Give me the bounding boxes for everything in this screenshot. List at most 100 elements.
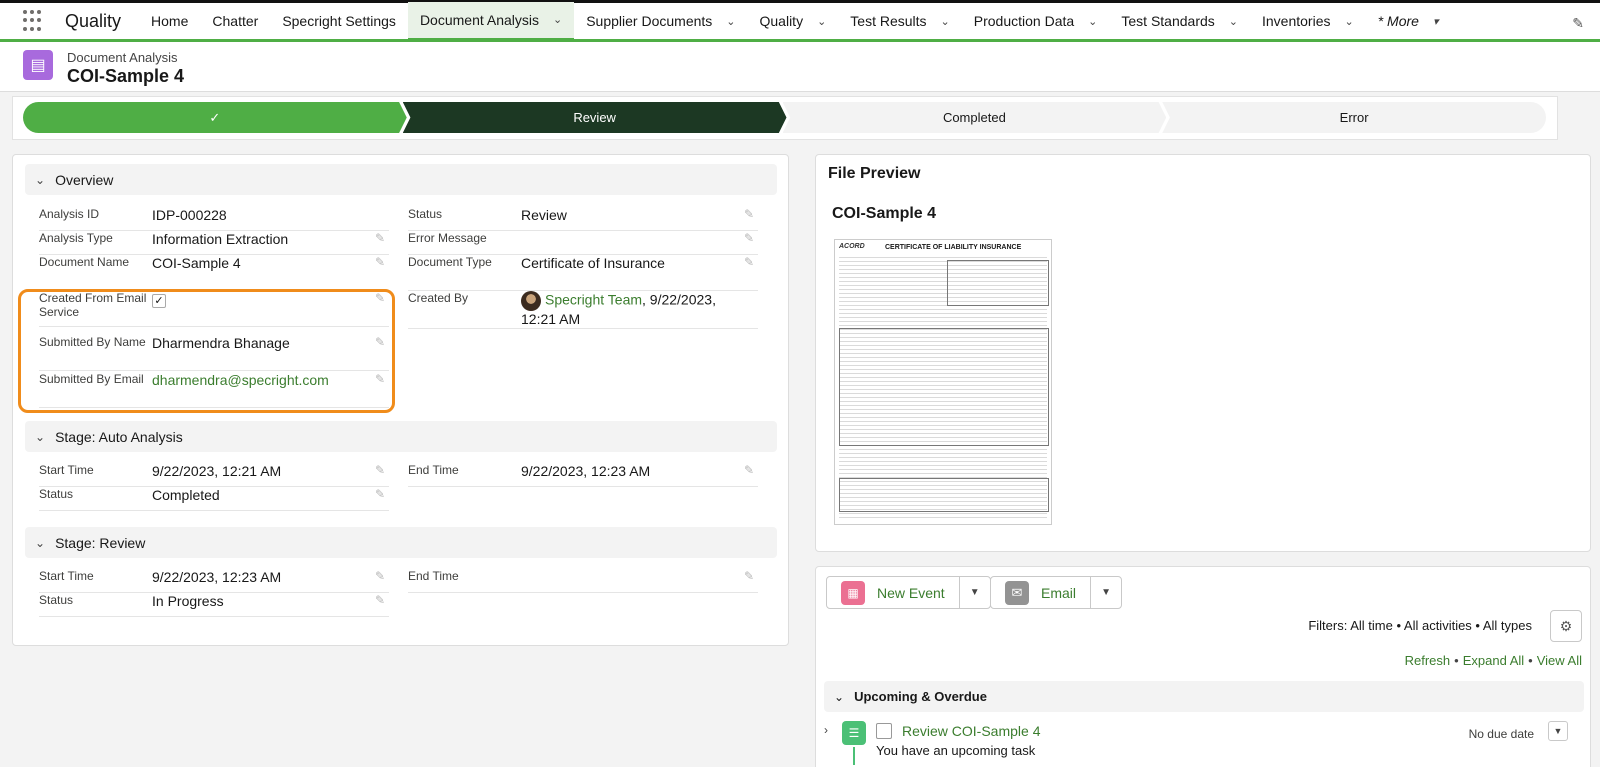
edit-nav-icon[interactable]: ✎ [1572, 15, 1584, 32]
new-event-button-group: ▦ New Event ▼ [826, 576, 991, 609]
nav-item-document-analysis[interactable]: Document Analysis ⌄ [407, 1, 575, 41]
nav-item-label: Quality [759, 13, 804, 29]
chevron-down-icon[interactable]: ⌄ [941, 15, 950, 28]
document-heading: CERTIFICATE OF LIABILITY INSURANCE [885, 244, 1022, 251]
activity-filters: Filters: All time • All activities • All… [1308, 618, 1532, 633]
path-step-completed[interactable]: Completed [782, 102, 1167, 133]
field-label: Created By [408, 291, 469, 305]
document-thumbnail[interactable]: ACORD CERTIFICATE OF LIABILITY INSURANCE [834, 239, 1052, 525]
nav-item-specright-settings[interactable]: Specright Settings [270, 2, 408, 41]
chevron-down-icon[interactable]: ⌄ [726, 15, 735, 28]
field-value: 9/22/2023, 12:21 AM [152, 463, 282, 479]
new-event-button[interactable]: ▦ New Event [827, 577, 960, 608]
task-due-date: No due date [1468, 727, 1534, 741]
task-link[interactable]: Review COI-Sample 4 [902, 723, 1041, 739]
field-label: Error Message [408, 231, 487, 245]
chevron-down-icon[interactable]: ⌄ [1344, 15, 1353, 28]
chevron-down-icon[interactable]: ⌄ [553, 13, 562, 26]
user-link[interactable]: Specright Team [545, 292, 642, 308]
pencil-icon[interactable]: ✎ [744, 463, 754, 477]
view-all-link[interactable]: View All [1537, 653, 1582, 668]
section-title: Stage: Auto Analysis [55, 428, 183, 445]
section-review-header[interactable]: ⌄ Stage: Review [25, 527, 777, 558]
pencil-icon[interactable]: ✎ [375, 487, 385, 501]
field-auto-status: Status Completed ✎ [39, 487, 389, 511]
highlight-box [18, 289, 395, 413]
nav-item-quality[interactable]: Quality ⌄ [748, 2, 839, 41]
pencil-icon[interactable]: ✎ [744, 255, 754, 269]
nav-item-supplier-documents[interactable]: Supplier Documents ⌄ [574, 2, 747, 41]
section-auto-analysis-header[interactable]: ⌄ Stage: Auto Analysis [25, 421, 777, 452]
path: ✓ Review Completed Error [23, 102, 1546, 133]
expand-all-link[interactable]: Expand All [1463, 653, 1524, 668]
upcoming-overdue-header[interactable]: ⌄ Upcoming & Overdue [824, 681, 1584, 712]
field-created-by: Created By Specright Team, 9/22/2023, 12… [408, 291, 758, 329]
field-analysis-type: Analysis Type Information Extraction ✎ [39, 231, 389, 255]
field-label: Start Time [39, 569, 94, 583]
nav-item-label: Supplier Documents [586, 13, 713, 29]
nav-item-test-results[interactable]: Test Results ⌄ [838, 2, 961, 41]
caret-down-icon[interactable]: ▾ [1433, 15, 1439, 28]
nav-item-production-data[interactable]: Production Data ⌄ [962, 2, 1110, 41]
field-value: Review [521, 207, 567, 223]
field-value: COI-Sample 4 [152, 255, 241, 271]
created-time: 12:21 AM [521, 311, 581, 327]
nav-item-home[interactable]: Home [139, 2, 200, 41]
app-name: Quality [65, 10, 122, 31]
chevron-down-icon[interactable]: ⌄ [817, 15, 826, 28]
chevron-down-icon[interactable]: ⌄ [1088, 15, 1097, 28]
document-analysis-icon: ▤ [23, 50, 53, 80]
nav-item-label: Home [151, 13, 189, 29]
field-label: Analysis ID [39, 207, 100, 221]
caret-down-icon[interactable]: ▼ [1548, 721, 1568, 741]
activity-card: ▦ New Event ▼ ✉ Email ▼ Filters: All tim… [815, 566, 1591, 767]
button-label: Email [1041, 584, 1077, 601]
pencil-icon[interactable]: ✎ [744, 231, 754, 245]
chevron-down-icon[interactable]: ⌄ [1229, 15, 1238, 28]
field-label: Analysis Type [39, 231, 113, 245]
chevron-down-icon: ⌄ [35, 535, 46, 550]
chevron-right-icon[interactable]: › [824, 723, 828, 737]
pencil-icon[interactable]: ✎ [744, 207, 754, 221]
field-analysis-id: Analysis ID IDP-000228 [39, 207, 389, 231]
path-step-review[interactable]: Review [402, 102, 787, 133]
file-name: COI-Sample 4 [832, 205, 937, 222]
gear-icon[interactable]: ⚙ [1550, 610, 1582, 642]
nav-item-label: * More [1377, 13, 1419, 29]
path-step-complete[interactable]: ✓ [23, 102, 407, 133]
field-value: IDP-000228 [152, 207, 227, 223]
pencil-icon[interactable]: ✎ [375, 231, 385, 245]
nav-item-more[interactable]: * More ▾ [1366, 2, 1451, 41]
nav-item-label: Test Standards [1121, 13, 1215, 29]
record-title: COI-Sample 4 [67, 66, 185, 86]
pencil-icon[interactable]: ✎ [375, 593, 385, 607]
field-label: Document Name [39, 255, 130, 269]
calendar-icon: ▦ [841, 580, 865, 605]
task-icon: ☰ [842, 721, 866, 745]
object-label: Document Analysis [67, 50, 178, 65]
acord-logo: ACORD [839, 243, 865, 250]
nav-item-test-standards[interactable]: Test Standards ⌄ [1109, 2, 1250, 41]
nav-item-chatter[interactable]: Chatter [200, 2, 270, 41]
field-label: End Time [408, 463, 459, 477]
refresh-link[interactable]: Refresh [1405, 653, 1451, 668]
caret-down-icon[interactable]: ▼ [1091, 577, 1121, 608]
field-label: Status [39, 593, 74, 607]
section-overview-header[interactable]: ⌄ Overview [25, 164, 777, 195]
email-button[interactable]: ✉ Email [991, 577, 1092, 608]
pencil-icon[interactable]: ✎ [375, 569, 385, 583]
path-step-label: Review [573, 110, 616, 125]
task-checkbox[interactable] [876, 723, 892, 739]
chevron-down-icon: ⌄ [834, 689, 845, 704]
caret-down-icon[interactable]: ▼ [960, 577, 990, 608]
nav-item-inventories[interactable]: Inventories ⌄ [1250, 2, 1366, 41]
field-label: Start Time [39, 463, 94, 477]
path-step-error[interactable]: Error [1162, 102, 1546, 133]
app-launcher-icon[interactable] [23, 10, 45, 32]
field-value: 9/22/2023, 12:23 AM [521, 463, 651, 479]
pencil-icon[interactable]: ✎ [375, 463, 385, 477]
pencil-icon[interactable]: ✎ [375, 255, 385, 269]
pencil-icon[interactable]: ✎ [744, 569, 754, 583]
nav-item-label: Test Results [850, 13, 927, 29]
field-label: End Time [408, 569, 459, 583]
